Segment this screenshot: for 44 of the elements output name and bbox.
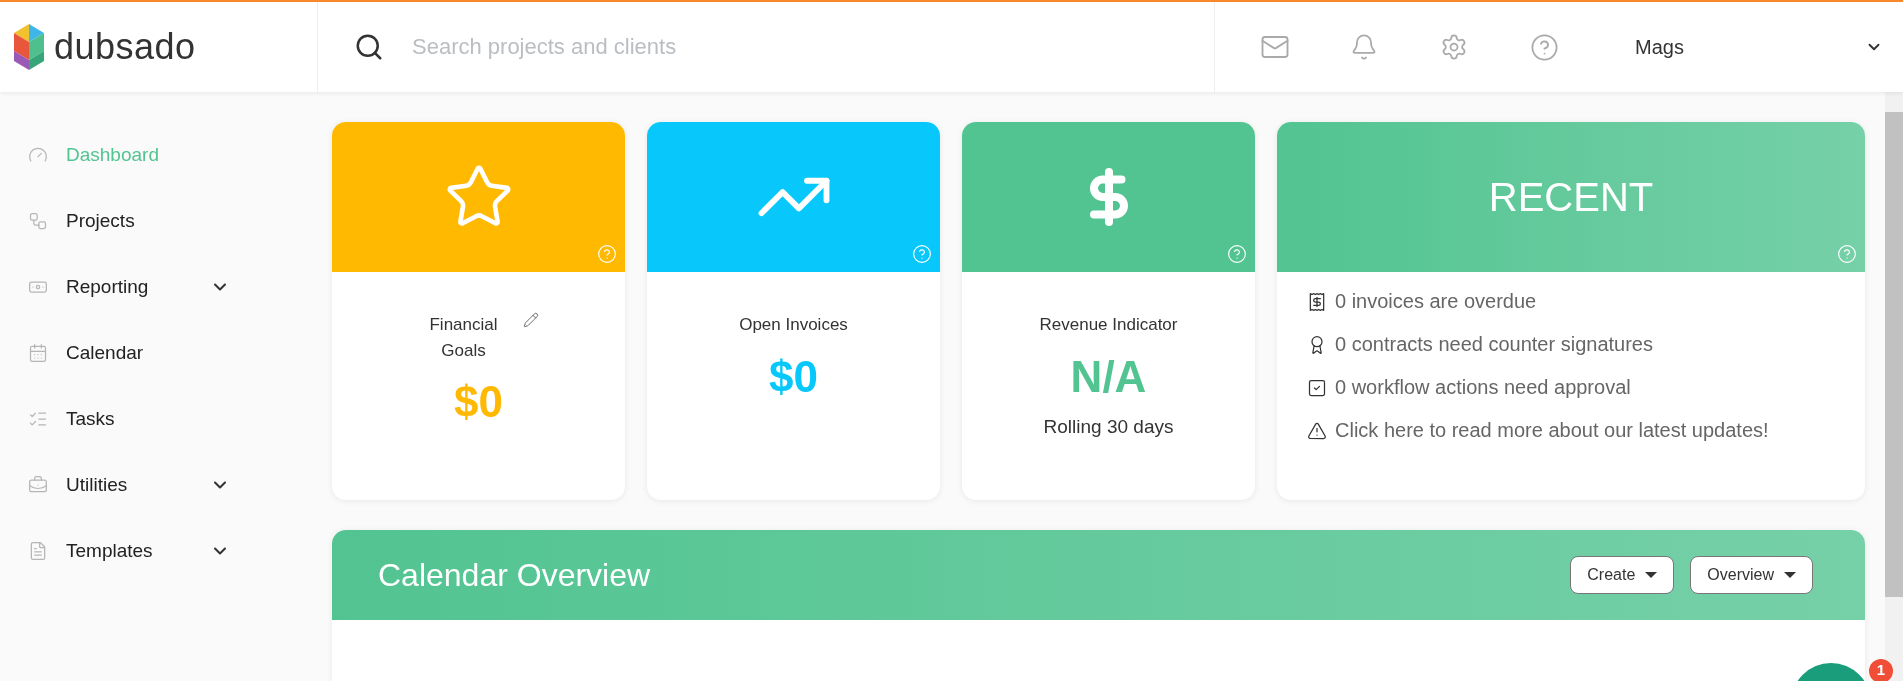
nodes-icon [28,211,48,231]
settings-icon[interactable] [1440,33,1468,61]
receipt-icon [1307,291,1327,312]
help-icon[interactable] [1837,244,1857,264]
sidebar-item[interactable]: Utilities [0,452,320,518]
card-title: Open Invoices [739,314,848,336]
caret-icon [1645,572,1658,578]
dropdown-button[interactable]: Create [1570,556,1675,594]
card-title: Financial Goals [428,314,499,362]
logo-text: dubsado [54,26,196,68]
sidebar-item[interactable]: Reporting [0,254,320,320]
user-menu[interactable]: Mags [1605,35,1903,59]
sidebar-item[interactable]: Templates [0,518,320,584]
help-icon[interactable] [1227,244,1247,264]
help-icon[interactable] [912,244,932,264]
scrollbar[interactable] [1885,92,1903,681]
help-icon[interactable] [597,244,617,264]
recent-item-text: 0 contracts need counter signatures [1335,333,1653,356]
toolbox-icon [28,475,48,495]
card-value: N/A [1070,351,1147,402]
search-icon[interactable] [354,32,384,62]
sidebar-item[interactable]: Calendar [0,320,320,386]
caret-icon [1784,572,1796,578]
checkbox-icon [1307,377,1327,398]
document-icon [28,541,48,561]
card-value: $0 [769,351,818,402]
pencil-icon[interactable] [522,312,539,328]
card-title: RECENT [1488,174,1654,220]
card-subtitle: Rolling 30 days [1043,415,1174,438]
sidebar-item[interactable]: Projects [0,188,320,254]
panel-title: Calendar Overview [378,556,652,594]
card-title: Revenue Indicator [1039,314,1178,336]
help-icon[interactable] [1530,32,1559,62]
notification-badge: 1 [1869,659,1893,681]
updates-link[interactable]: Click here to read more about our latest updates! [1335,419,1769,442]
warning-icon [1307,420,1327,441]
card-value: $0 [454,377,503,427]
dropdown-button[interactable]: Overview [1690,556,1813,594]
recent-item-text: 0 invoices are overdue [1335,290,1537,313]
bell-icon[interactable] [1350,33,1378,61]
sidebar-item[interactable]: Tasks [0,386,320,452]
calendar-icon [28,343,48,363]
logo-icon [14,24,44,70]
recent-item-text: 0 workflow actions need approval [1335,376,1631,399]
